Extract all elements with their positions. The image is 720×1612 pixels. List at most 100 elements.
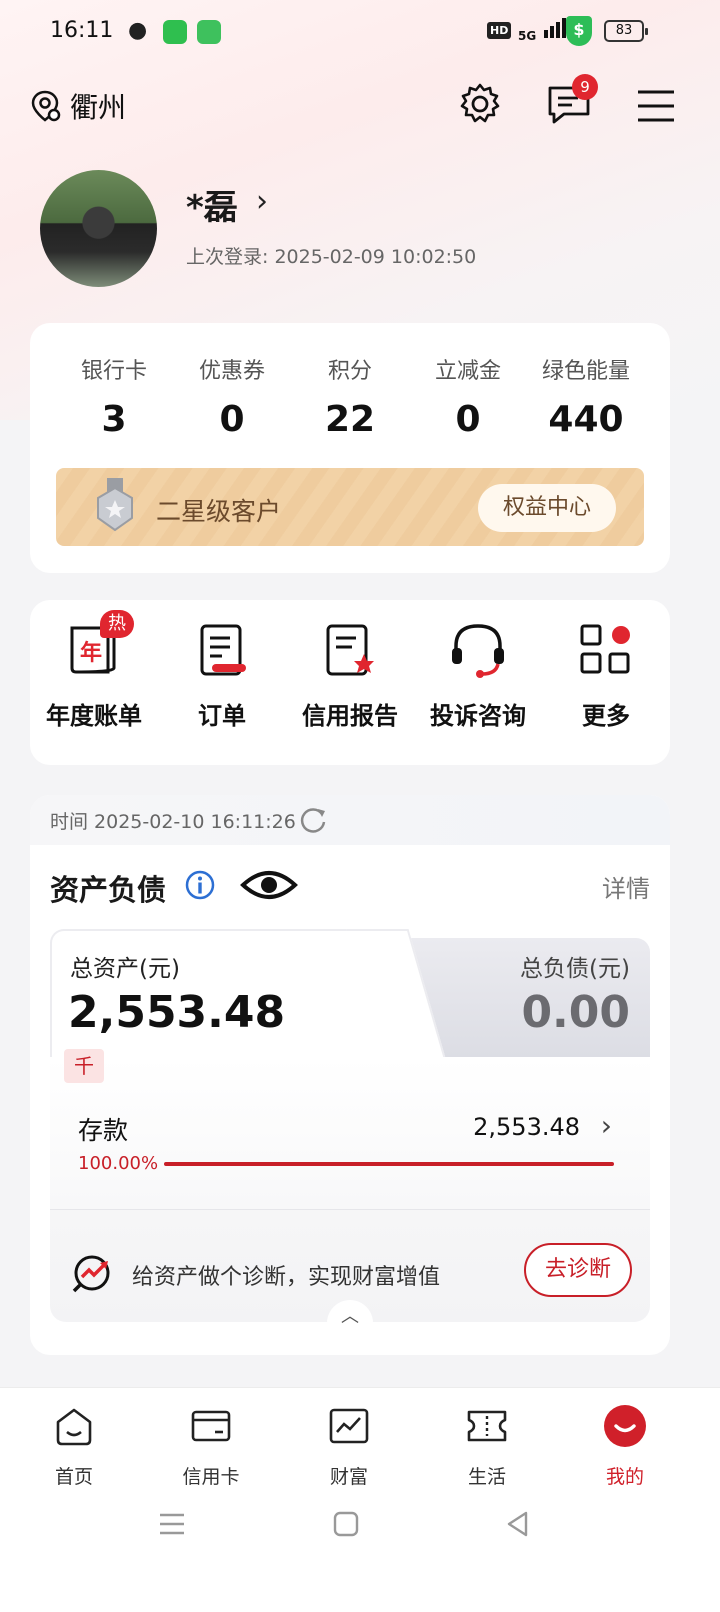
refresh-icon[interactable] (298, 805, 328, 835)
stat-label: 积分 (327, 359, 372, 384)
func-label: 年度账单 (46, 702, 142, 730)
credit-report-icon (326, 624, 374, 676)
messages-button[interactable]: 9 (546, 74, 598, 130)
tab-label: 生活 (467, 1466, 506, 1488)
stat-value: 440 (548, 399, 624, 440)
tab-label: 我的 (605, 1466, 644, 1488)
security-shield-icon: $ (566, 16, 592, 46)
home-square-icon[interactable] (332, 1510, 360, 1538)
stat-value: 3 (101, 399, 127, 440)
func-complaint[interactable]: 投诉咨询 (414, 618, 542, 731)
hamburger-menu-icon (638, 90, 674, 122)
gear-icon (460, 83, 500, 123)
quick-functions-card: 年 热 年度账单 订单 信用报告 投诉咨询 更多 (30, 600, 670, 765)
my-profile-icon (604, 1405, 646, 1447)
func-label: 信用报告 (302, 702, 398, 730)
hd-icon: HD (487, 22, 512, 39)
stat-coupons[interactable]: 优惠券 0 (172, 353, 292, 440)
unit-tag[interactable]: 千 (64, 1049, 104, 1083)
city-name: 衢州 (70, 91, 127, 124)
deposit-percent: 100.00% (78, 1153, 159, 1174)
divider (50, 1209, 650, 1210)
func-credit-report[interactable]: 信用报告 (286, 618, 414, 731)
info-icon[interactable] (184, 869, 216, 901)
deposit-percent-bar (164, 1162, 614, 1166)
bottom-tab-bar: 首页 信用卡 财富 生活 我的 (0, 1387, 720, 1612)
stat-bank-cards[interactable]: 银行卡 3 (54, 353, 174, 440)
last-login-time: 上次登录: 2025-02-09 10:02:50 (186, 246, 477, 268)
user-name[interactable]: *磊 (186, 180, 238, 229)
func-label: 订单 (198, 702, 246, 730)
medal-icon (97, 478, 133, 532)
tab-life[interactable]: 生活 (437, 1404, 537, 1489)
stat-label: 优惠券 (198, 359, 265, 384)
tab-wealth[interactable]: 财富 (299, 1404, 399, 1489)
diagnosis-icon (72, 1255, 110, 1293)
hot-badge: 热 (100, 610, 134, 638)
deposit-row[interactable]: 存款 2,553.48 › 100.00% (50, 1057, 650, 1209)
tab-credit-card[interactable]: 信用卡 (161, 1404, 261, 1489)
tab-my[interactable]: 我的 (575, 1404, 675, 1489)
home-icon (56, 1408, 92, 1446)
account-summary-card: 银行卡 3 优惠券 0 积分 22 立减金 0 绿色能量 440 二星级客户 权… (30, 323, 670, 573)
func-label: 更多 (582, 702, 630, 730)
diagnose-button[interactable]: 去诊断 (524, 1243, 632, 1297)
stat-value: 22 (324, 399, 376, 440)
chevron-right-icon[interactable]: › (256, 184, 268, 219)
update-time: 时间 2025-02-10 16:11:26 (50, 811, 296, 833)
location-pin-icon (31, 90, 61, 122)
eye-visibility-icon[interactable] (240, 865, 298, 905)
settings-button[interactable] (458, 82, 502, 130)
diagnosis-text: 给资产做个诊断，实现财富增值 (132, 1265, 441, 1290)
headset-icon (452, 624, 504, 678)
message-app-icon (197, 20, 221, 44)
tab-label: 财富 (329, 1466, 368, 1488)
wealth-chart-icon (329, 1408, 369, 1444)
notification-badge: 9 (572, 74, 598, 100)
deposit-value: 2,553.48 (473, 1113, 580, 1141)
avatar[interactable] (40, 170, 157, 287)
back-triangle-icon[interactable] (504, 1510, 532, 1538)
benefits-center-button[interactable]: 权益中心 (478, 484, 616, 532)
assets-liabilities-card: 时间 2025-02-10 16:11:26 资产负债 详情 总资产(元) 2,… (30, 795, 670, 1355)
tab-label: 首页 (54, 1466, 93, 1488)
deposit-label: 存款 (78, 1116, 129, 1145)
total-assets-label: 总资产(元) (70, 956, 180, 982)
life-ticket-icon (467, 1410, 507, 1442)
asset-breakdown-panel: 存款 2,553.48 › 100.00% 给资产做个诊断，实现财富增值 去诊断 (50, 1057, 650, 1322)
tab-label: 信用卡 (182, 1466, 240, 1488)
location-selector[interactable]: 衢州 (28, 86, 126, 126)
status-time: 16:11 (50, 18, 114, 43)
total-debt-label: 总负债(元) (520, 956, 630, 982)
stat-value: 0 (219, 399, 245, 440)
func-more[interactable]: 更多 (542, 618, 670, 731)
order-icon (200, 624, 246, 676)
stat-label: 银行卡 (80, 359, 147, 384)
details-link[interactable]: 详情 (602, 869, 650, 904)
phone-icon (163, 20, 187, 44)
stat-cashback[interactable]: 立减金 0 (408, 353, 528, 440)
recents-menu-icon[interactable] (158, 1510, 186, 1538)
customer-level-text: 二星级客户 (156, 497, 282, 526)
battery-icon: 83 (604, 20, 648, 42)
update-time-strip: 时间 2025-02-10 16:11:26 (30, 795, 670, 845)
annual-bill-char: 年 (80, 640, 102, 666)
stat-points[interactable]: 积分 22 (290, 353, 410, 440)
assets-title: 资产负债 (50, 873, 167, 907)
chevron-right-icon: › (600, 1109, 612, 1142)
stat-green-energy[interactable]: 绿色能量 440 (526, 353, 646, 440)
tab-home[interactable]: 首页 (24, 1404, 124, 1489)
menu-button[interactable] (636, 88, 676, 128)
total-assets-value: 2,553.48 (68, 987, 286, 1038)
signal-icon: 5G (518, 16, 570, 43)
func-label: 投诉咨询 (430, 702, 526, 730)
customer-level-bar[interactable]: 二星级客户 权益中心 (56, 468, 644, 546)
stat-label: 立减金 (434, 359, 501, 384)
func-orders[interactable]: 订单 (158, 618, 286, 731)
func-annual-bill[interactable]: 年 热 年度账单 (30, 610, 158, 731)
wechat-icon: ● (128, 18, 148, 43)
credit-card-icon (191, 1410, 231, 1442)
stat-value: 0 (455, 399, 481, 440)
total-debt-value: 0.00 (521, 987, 630, 1038)
more-grid-icon (580, 624, 630, 674)
